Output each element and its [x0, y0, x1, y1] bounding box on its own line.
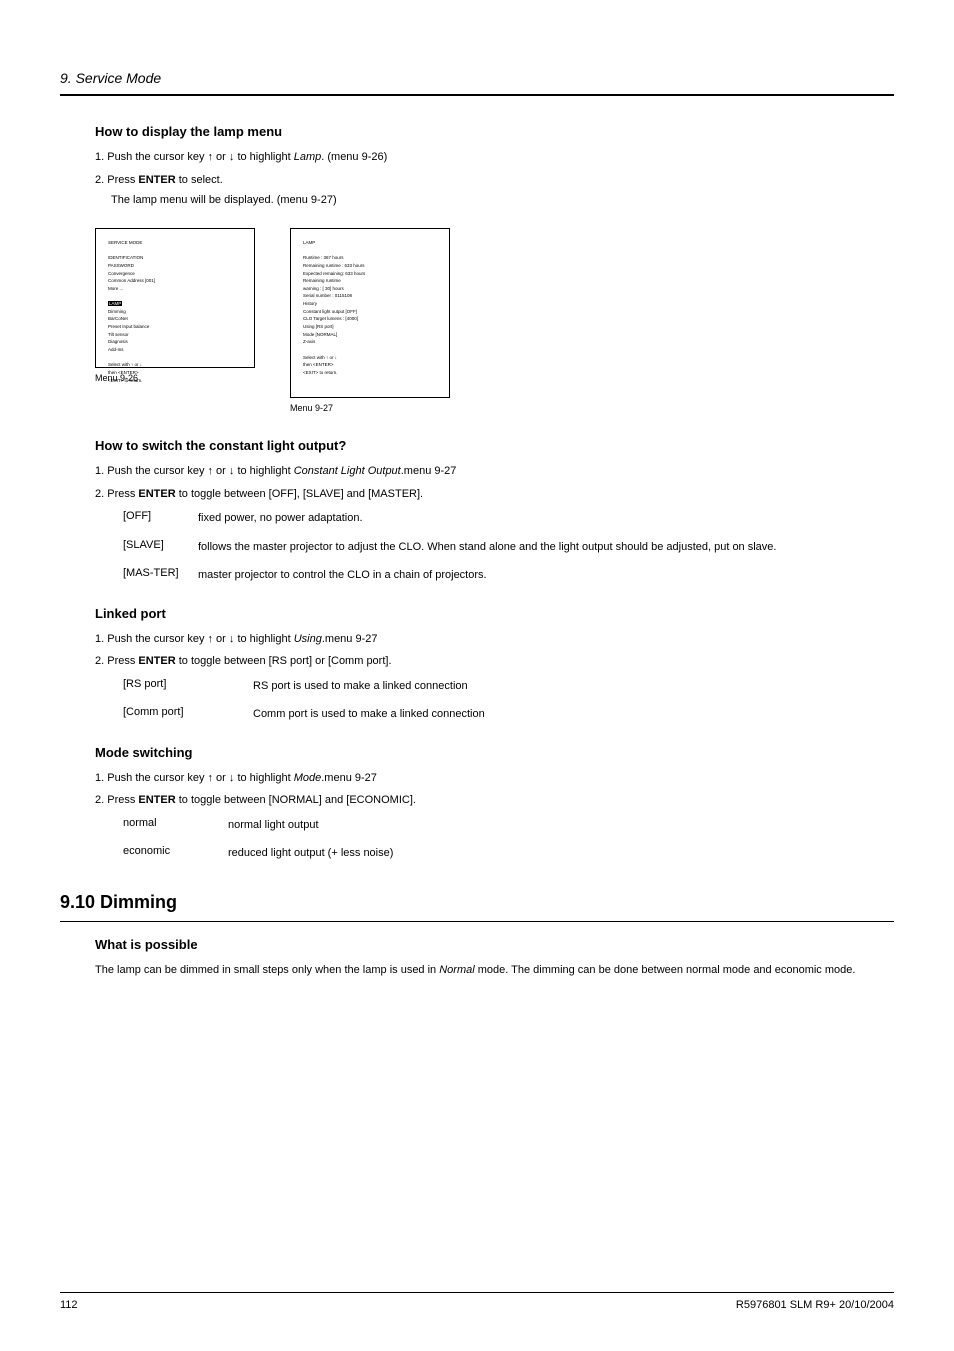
menu-9-27-box: LAMP Runtime : 367 hours Remaining runti… — [290, 228, 450, 398]
italic-text: Lamp — [294, 151, 322, 163]
definition-row: economicreduced light output (+ less noi… — [123, 845, 894, 862]
section-rule — [60, 921, 894, 922]
menu-figure-col: SERVICE MODE IDENTIFICATION PASSWORD Con… — [95, 228, 255, 383]
page-footer: 112 R5976801 SLM R9+ 20/10/2004 — [60, 1292, 894, 1311]
definition-row: [Comm port]Comm port is used to make a l… — [123, 706, 894, 723]
text: 1. Push the cursor key ↑ or ↓ to highlig… — [95, 151, 294, 163]
menu-label: Menu 9-27 — [290, 403, 450, 413]
definition-term: normal — [123, 817, 228, 834]
text: 2. Press — [95, 794, 138, 806]
subheading: How to display the lamp menu — [95, 124, 894, 139]
text: mode. The dimming can be done between no… — [475, 964, 856, 976]
definition-desc: reduced light output (+ less noise) — [228, 845, 894, 862]
menu-text: LAMP Runtime : 367 hours Remaining runti… — [291, 229, 449, 387]
definition-term: economic — [123, 845, 228, 862]
menu-figures: SERVICE MODE IDENTIFICATION PASSWORD Con… — [95, 228, 894, 413]
step: 1. Push the cursor key ↑ or ↓ to highlig… — [95, 631, 894, 648]
text: to toggle between [NORMAL] and [ECONOMIC… — [176, 794, 416, 806]
text: .menu 9-27 — [321, 772, 377, 784]
text: .menu 9-27 — [322, 633, 378, 645]
definition-row: [SLAVE]follows the master projector to a… — [123, 539, 894, 556]
step: 1. Push the cursor key ↑ or ↓ to highlig… — [95, 463, 894, 480]
definition-row: [MAS-TER]master projector to control the… — [123, 567, 894, 584]
text: The lamp can be dimmed in small steps on… — [95, 964, 439, 976]
footer-doc-info: R5976801 SLM R9+ 20/10/2004 — [736, 1299, 894, 1311]
definition-term: [SLAVE] — [123, 539, 198, 556]
step: 2. Press ENTER to toggle between [RS por… — [95, 653, 894, 670]
subheading: What is possible — [95, 937, 894, 952]
page-number: 112 — [60, 1299, 78, 1311]
text: 2. Press — [95, 488, 138, 500]
section-heading: 9.10 Dimming — [60, 892, 894, 913]
header-rule — [60, 94, 894, 96]
step: 2. Press ENTER to toggle between [NORMAL… — [95, 792, 894, 809]
bold-text: ENTER — [138, 794, 175, 806]
section-mode-switching: Mode switching 1. Push the cursor key ↑ … — [95, 745, 894, 862]
subheading: How to switch the constant light output? — [95, 438, 894, 453]
definition-desc: RS port is used to make a linked connect… — [253, 678, 894, 695]
definition-term: [RS port] — [123, 678, 253, 695]
definitions: [OFF]fixed power, no power adaptation.[S… — [123, 510, 894, 584]
definition-term: [OFF] — [123, 510, 198, 527]
text: . (menu 9-26) — [321, 151, 387, 163]
menu-figure-col: LAMP Runtime : 367 hours Remaining runti… — [290, 228, 450, 413]
paragraph: The lamp can be dimmed in small steps on… — [95, 962, 894, 979]
section-linked-port: Linked port 1. Push the cursor key ↑ or … — [95, 606, 894, 723]
text: 1. Push the cursor key ↑ or ↓ to highlig… — [95, 633, 294, 645]
bold-text: ENTER — [138, 488, 175, 500]
definition-term: [Comm port] — [123, 706, 253, 723]
definition-desc: follows the master projector to adjust t… — [198, 539, 894, 556]
text: to toggle between [OFF], [SLAVE] and [MA… — [176, 488, 423, 500]
section-display-lamp-menu: How to display the lamp menu 1. Push the… — [95, 124, 894, 206]
definition-desc: normal light output — [228, 817, 894, 834]
subheading: Mode switching — [95, 745, 894, 760]
definitions: [RS port]RS port is used to make a linke… — [123, 678, 894, 723]
section-dimming-content: What is possible The lamp can be dimmed … — [95, 937, 894, 979]
menu-text: SERVICE MODE IDENTIFICATION PASSWORD Con… — [96, 229, 254, 394]
footer-rule — [60, 1292, 894, 1293]
chapter-header: 9. Service Mode — [60, 70, 894, 86]
text: to select. — [176, 174, 223, 186]
step: 1. Push the cursor key ↑ or ↓ to highlig… — [95, 149, 894, 166]
definition-desc: fixed power, no power adaptation. — [198, 510, 894, 527]
text: to toggle between [RS port] or [Comm por… — [176, 655, 392, 667]
text: .menu 9-27 — [401, 465, 457, 477]
definition-desc: master projector to control the CLO in a… — [198, 567, 894, 584]
definitions: normalnormal light outputeconomicreduced… — [123, 817, 894, 862]
step-sub: The lamp menu will be displayed. (menu 9… — [111, 194, 894, 206]
step: 2. Press ENTER to toggle between [OFF], … — [95, 486, 894, 503]
italic-text: Constant Light Output — [294, 465, 401, 477]
menu-9-26-box: SERVICE MODE IDENTIFICATION PASSWORD Con… — [95, 228, 255, 368]
bold-text: ENTER — [138, 655, 175, 667]
definition-row: normalnormal light output — [123, 817, 894, 834]
text: 2. Press — [95, 655, 138, 667]
step: 2. Press ENTER to select. — [95, 172, 894, 189]
definition-desc: Comm port is used to make a linked conne… — [253, 706, 894, 723]
definition-term: [MAS-TER] — [123, 567, 198, 584]
definition-row: [OFF]fixed power, no power adaptation. — [123, 510, 894, 527]
bold-text: ENTER — [138, 174, 175, 186]
text: 1. Push the cursor key ↑ or ↓ to highlig… — [95, 465, 294, 477]
text: 2. Press — [95, 174, 138, 186]
step: 1. Push the cursor key ↑ or ↓ to highlig… — [95, 770, 894, 787]
italic-text: Mode — [294, 772, 322, 784]
definition-row: [RS port]RS port is used to make a linke… — [123, 678, 894, 695]
subheading: Linked port — [95, 606, 894, 621]
text: 1. Push the cursor key ↑ or ↓ to highlig… — [95, 772, 294, 784]
italic-text: Using — [294, 633, 322, 645]
italic-text: Normal — [439, 964, 474, 976]
section-switch-clo: How to switch the constant light output?… — [95, 438, 894, 584]
